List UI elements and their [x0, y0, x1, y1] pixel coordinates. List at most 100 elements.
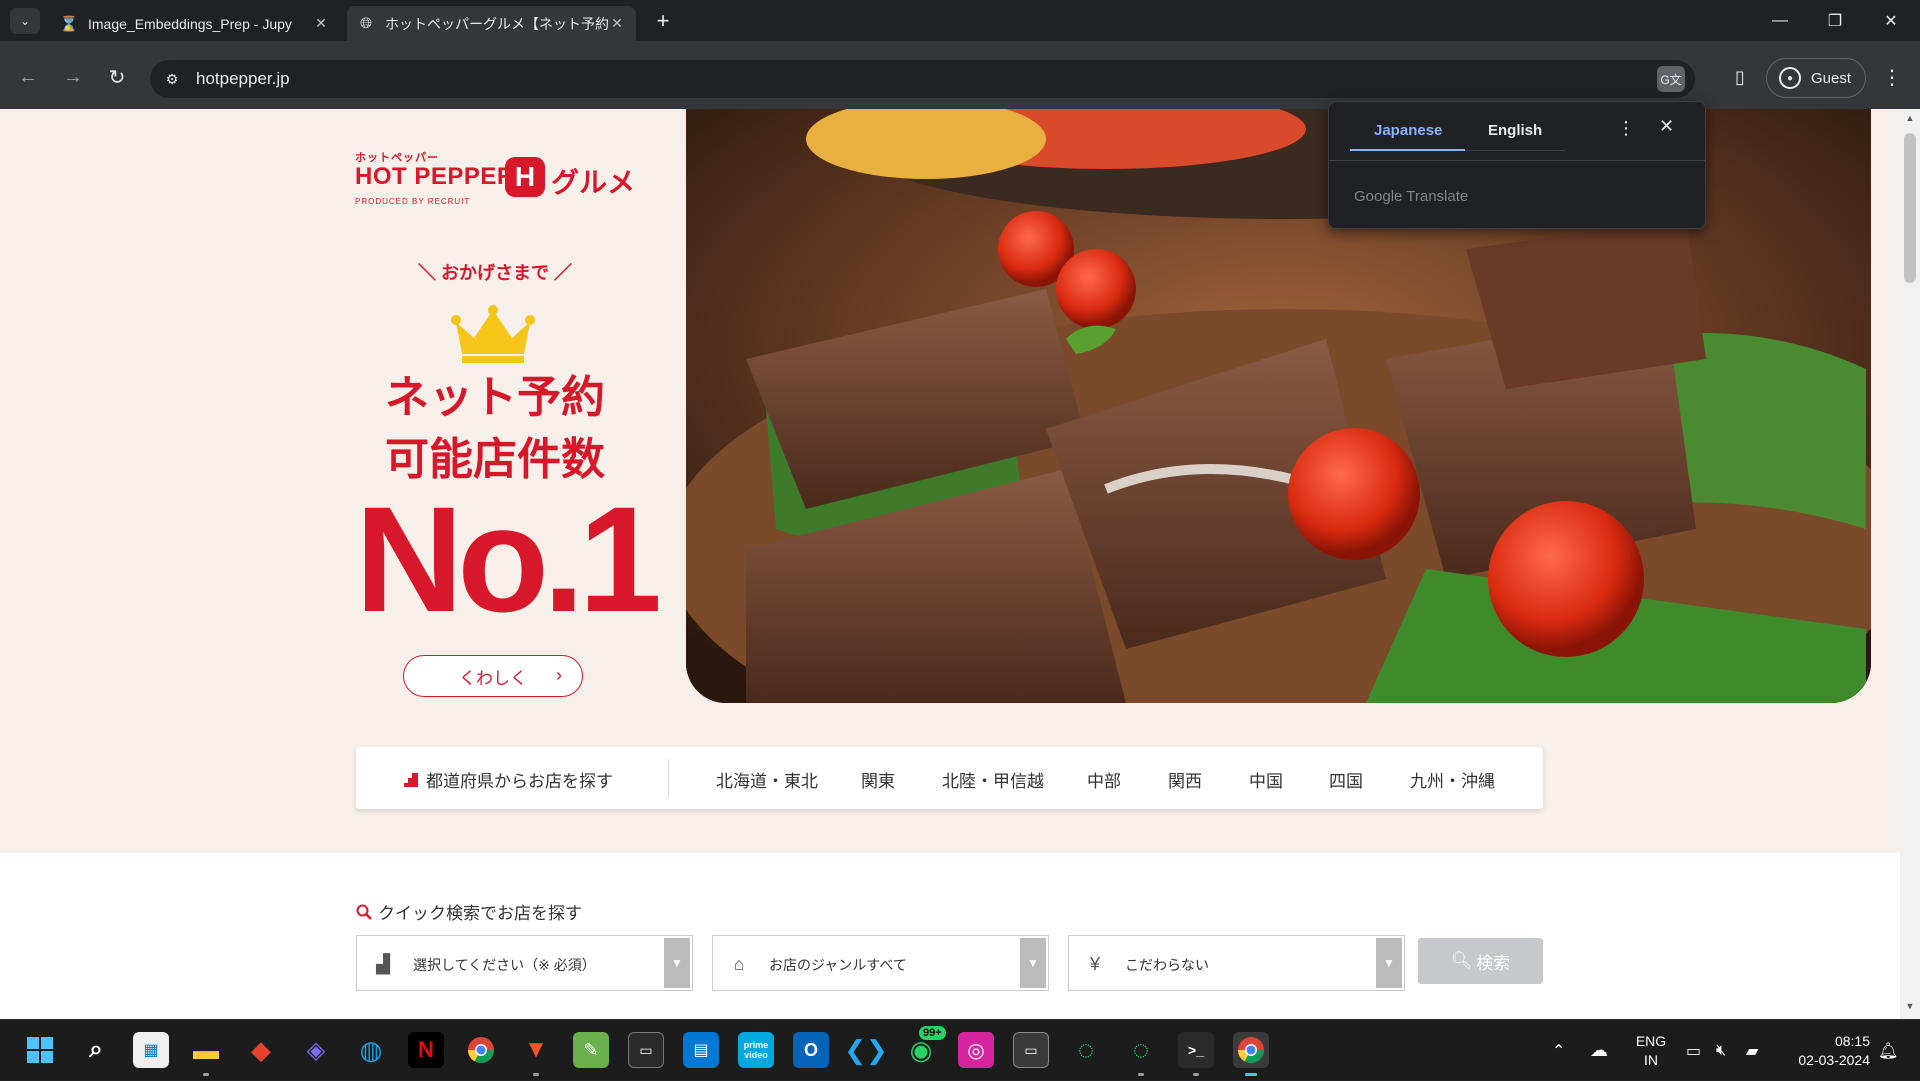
instagram-icon[interactable]: ◎: [958, 1032, 994, 1068]
close-icon[interactable]: ✕: [608, 15, 626, 33]
home-icon: ⌂: [733, 953, 745, 974]
close-icon[interactable]: ✕: [1659, 116, 1674, 137]
chevron-right-icon: ›: [556, 665, 562, 685]
side-panel-button[interactable]: ▯: [1725, 62, 1755, 92]
hourglass-icon: ⌛: [59, 15, 79, 33]
tab-underline: [1465, 150, 1565, 151]
new-tab-button[interactable]: +: [650, 8, 676, 34]
translate-provider: Google Translate: [1354, 188, 1469, 205]
budget-select[interactable]: ¥ こだわらない ▼: [1068, 935, 1405, 991]
language-line2: IN: [1644, 1052, 1658, 1068]
scrollbar-thumb[interactable]: [1904, 133, 1916, 283]
terminal-icon[interactable]: >_: [1178, 1032, 1214, 1068]
scroll-up-arrow[interactable]: ▲: [1903, 113, 1917, 127]
taskbar: ⌕ ▦ ▬ ◆ ◈ ◍ N ▼ ✎ ▭ ▤ prime video O ❮❯ ◉…: [0, 1019, 1920, 1080]
brave-icon[interactable]: ▼: [518, 1032, 554, 1068]
vscode-icon[interactable]: ❮❯: [844, 1032, 888, 1068]
forward-button[interactable]: →: [58, 62, 88, 92]
prime-video-icon[interactable]: prime video: [738, 1032, 774, 1068]
chrome-icon[interactable]: [463, 1032, 499, 1068]
minimize-button[interactable]: —: [1752, 0, 1808, 41]
translate-tab-japanese[interactable]: Japanese: [1374, 122, 1442, 139]
active-tab-indicator: [1350, 149, 1465, 151]
quick-search-title: クイック検索でお店を探す: [356, 899, 582, 924]
tab-title: Image_Embeddings_Prep - Jupy: [88, 15, 292, 32]
region-link-chugoku[interactable]: 中国: [1249, 767, 1283, 792]
genre-select[interactable]: ⌂ お店のジャンルすべて ▼: [712, 935, 1049, 991]
chrome-icon[interactable]: [1233, 1032, 1269, 1068]
region-link-kyushu-okinawa[interactable]: 九州・沖縄: [1410, 767, 1495, 792]
file-explorer-icon[interactable]: ▬: [188, 1032, 224, 1068]
translate-icon[interactable]: G文: [1657, 66, 1685, 92]
back-button[interactable]: ←: [13, 62, 43, 92]
app-blue-icon[interactable]: ▤: [683, 1032, 719, 1068]
reload-button[interactable]: ↻: [102, 62, 132, 92]
scroll-down-arrow[interactable]: ▼: [1903, 1001, 1917, 1015]
notification-badge: 99+: [919, 1026, 946, 1040]
paint-icon[interactable]: ✎: [573, 1032, 609, 1068]
yen-icon: ¥: [1089, 953, 1100, 974]
app-red-diamond-icon[interactable]: ◆: [243, 1032, 279, 1068]
region-link-kanto[interactable]: 関東: [861, 767, 895, 792]
console-window-icon[interactable]: ▭: [1013, 1032, 1049, 1068]
logo-brand: HOT PEPPER: [355, 163, 515, 190]
volume-muted-icon[interactable]: 🔇︎: [1716, 1020, 1726, 1081]
area-select[interactable]: ▟ 選択してください（※ 必須） ▼: [356, 935, 693, 991]
site-info-icon[interactable]: ⚙: [162, 69, 182, 89]
region-link-hokkaido-tohoku[interactable]: 北海道・東北: [716, 767, 818, 792]
search-icon: 🔍︎: [1450, 951, 1473, 970]
store-icon[interactable]: ▦: [133, 1032, 169, 1068]
network-icon[interactable]: ▭: [1686, 1020, 1701, 1081]
cloud-icon[interactable]: ☁: [1590, 1020, 1608, 1081]
chevron-down-icon: ⌄: [19, 14, 31, 28]
arrow-right-icon: →: [63, 65, 83, 88]
running-indicator: [1193, 1073, 1199, 1076]
notification-bell-icon[interactable]: 🔔︎: [1878, 1020, 1898, 1081]
search-icon[interactable]: ⌕: [78, 1032, 114, 1068]
url-text[interactable]: hotpepper.jp: [196, 69, 290, 89]
system-clock[interactable]: 08:15 02-03-2024: [1778, 1032, 1870, 1070]
web-page: ホットペッパー HOT PEPPER H グルメ PRODUCED BY REC…: [0, 109, 1920, 1019]
netflix-icon[interactable]: N: [408, 1032, 444, 1068]
genre-select-value: お店のジャンルすべて: [769, 957, 907, 973]
translate-tab-english[interactable]: English: [1488, 122, 1542, 139]
browser-menu-button[interactable]: ⋮: [1880, 62, 1904, 92]
whatsapp-icon[interactable]: ◉ 99+: [903, 1026, 946, 1068]
region-link-hokuriku-koshinetsu[interactable]: 北陸・甲信越: [942, 767, 1044, 792]
details-button[interactable]: くわしく ›: [403, 655, 583, 697]
close-icon[interactable]: ✕: [312, 15, 330, 33]
reload-icon: ↻: [108, 66, 126, 89]
tab-title: ホットペッパーグルメ【ネット予約可能: [385, 15, 608, 32]
battery-icon[interactable]: ▰: [1746, 1020, 1758, 1081]
crown-icon: [451, 305, 535, 363]
outlook-icon[interactable]: O: [793, 1032, 829, 1068]
region-search-bar: 都道府県からお店を探す 北海道・東北 関東 北陸・甲信越 中部 関西 中国 四国…: [356, 747, 1543, 809]
region-link-kansai[interactable]: 関西: [1168, 767, 1202, 792]
search-button[interactable]: 🔍︎ 検索: [1418, 938, 1543, 984]
hotpepper-logo[interactable]: ホットペッパー HOT PEPPER H グルメ PRODUCED BY REC…: [355, 149, 635, 219]
edge-icon[interactable]: ◍: [353, 1032, 389, 1068]
tab-search-button[interactable]: ⌄: [10, 8, 40, 34]
region-link-shikoku[interactable]: 四国: [1329, 767, 1363, 792]
side-panel-icon: ▯: [1735, 66, 1745, 87]
restore-button[interactable]: ❐: [1807, 0, 1863, 41]
tab-hotpepper[interactable]: 🌐︎ ホットペッパーグルメ【ネット予約可能 ✕: [347, 6, 636, 41]
budget-select-value: こだわらない: [1125, 957, 1209, 973]
copilot-icon[interactable]: ◈: [298, 1032, 334, 1068]
chevron-up-icon[interactable]: ⌃: [1552, 1020, 1565, 1081]
profile-button[interactable]: ● Guest: [1766, 58, 1866, 98]
tab-jupyter[interactable]: ⌛ Image_Embeddings_Prep - Jupy ✕: [50, 6, 340, 41]
terminal-window-icon[interactable]: ▭: [628, 1032, 664, 1068]
loading-ring-icon[interactable]: ◌: [1068, 1032, 1104, 1068]
region-link-chubu[interactable]: 中部: [1087, 767, 1121, 792]
clock-date: 02-03-2024: [1798, 1052, 1870, 1068]
more-vert-icon[interactable]: ⋮: [1617, 118, 1635, 139]
page-scrollbar[interactable]: ▲ ▼: [1900, 109, 1920, 1019]
loading-ring-icon[interactable]: ◌: [1123, 1032, 1159, 1068]
address-bar[interactable]: ⚙ hotpepper.jp G文: [150, 60, 1695, 98]
window-close-button[interactable]: ✕: [1863, 0, 1919, 41]
arrow-left-icon: ←: [18, 65, 38, 88]
windows-start-icon[interactable]: [22, 1032, 58, 1068]
language-indicator[interactable]: ENG IN: [1634, 1032, 1668, 1070]
chevron-down-icon: ▼: [1376, 938, 1402, 988]
